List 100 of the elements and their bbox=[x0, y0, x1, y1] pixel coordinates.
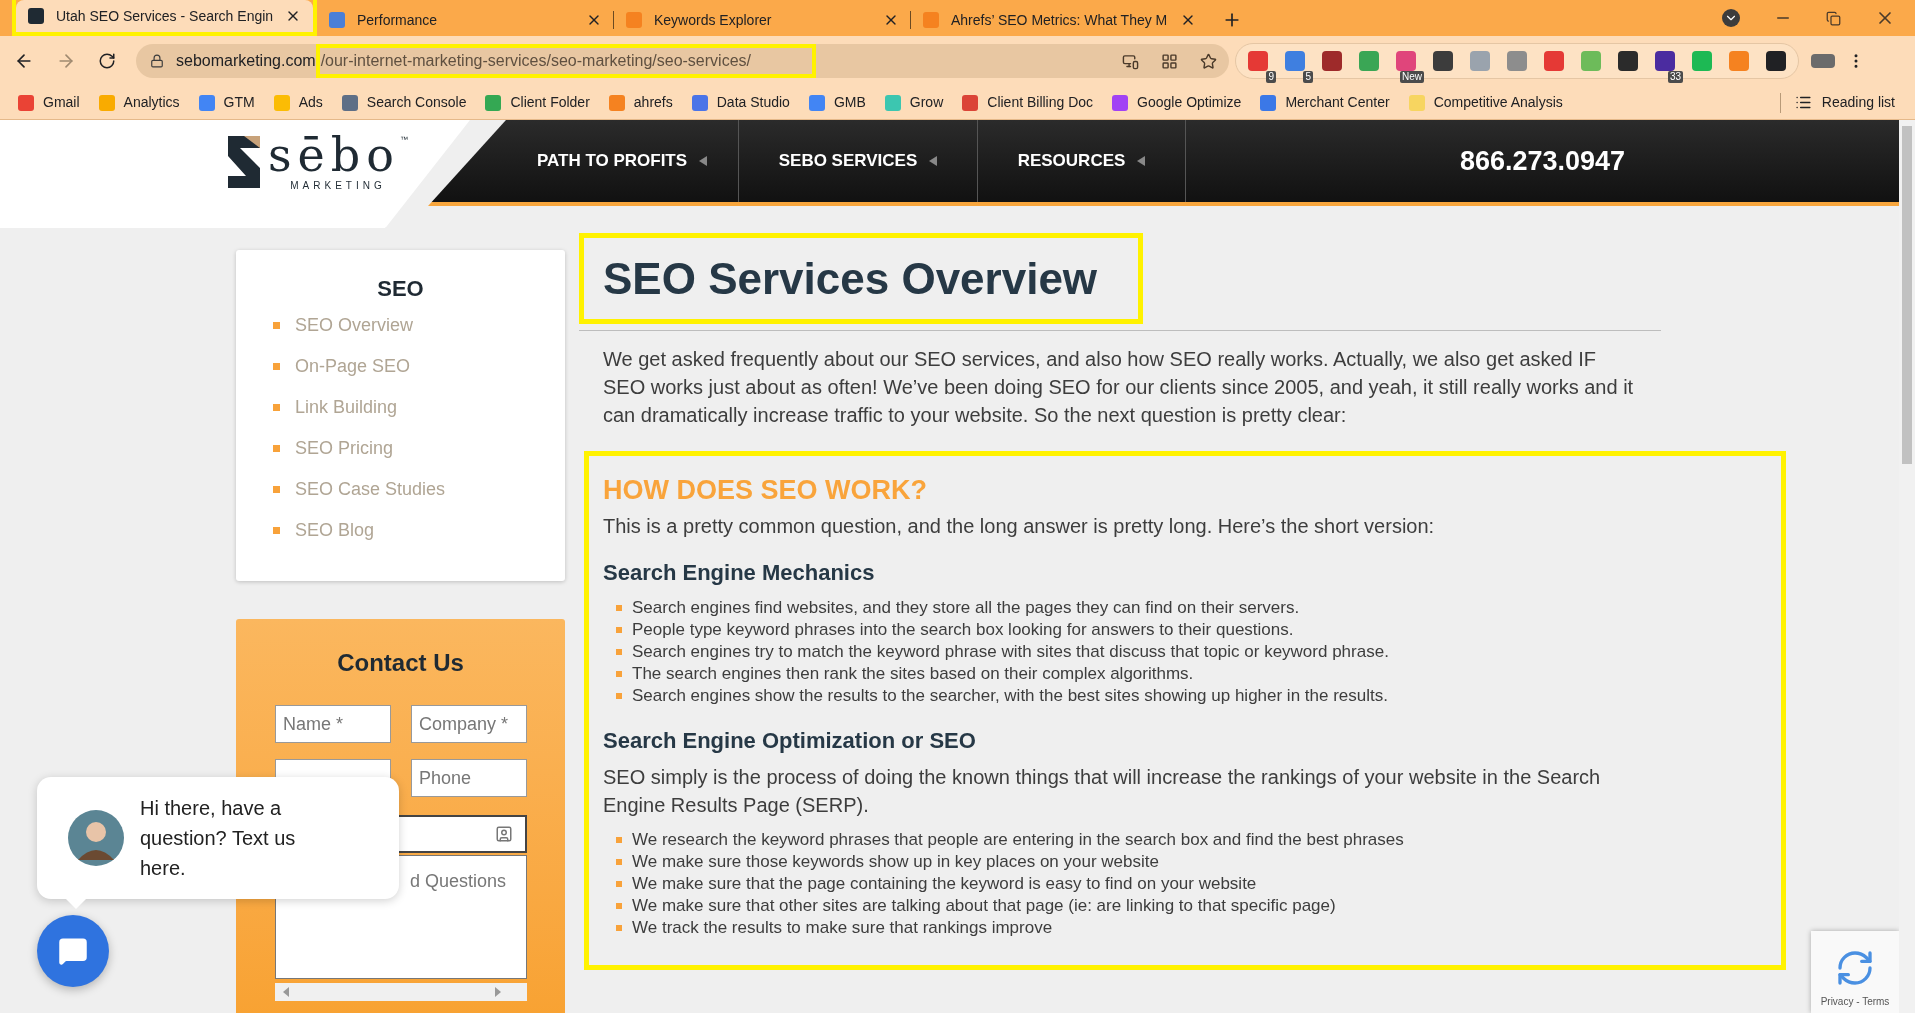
browser-tab[interactable]: Ahrefs’ SEO Metrics: What They M bbox=[911, 4, 1208, 36]
nav-item[interactable]: SEBO SERVICES bbox=[739, 120, 978, 202]
list-icon bbox=[1794, 94, 1812, 111]
list-item: Search engines find websites, and they store all the pages they can find on their servers. bbox=[632, 597, 1300, 620]
body-paragraph: SEO simply is the process of doing the known things that will increase the rankings of your website in the Search Engine Results Page (SERP). bbox=[603, 765, 1602, 818]
trademark: ™ bbox=[400, 134, 408, 146]
caret-icon bbox=[699, 156, 708, 166]
bullet-icon bbox=[273, 404, 280, 411]
caret-icon bbox=[929, 156, 938, 166]
browser-tab[interactable]: Utah SEO Services - Search Engin bbox=[16, 0, 313, 32]
caret-icon bbox=[1137, 156, 1146, 166]
tab-title: Ahrefs’ SEO Metrics: What They M bbox=[951, 10, 1168, 30]
sidebar-title: SEO bbox=[376, 275, 425, 303]
bullet-icon bbox=[273, 527, 280, 534]
bookmark[interactable]: GMB bbox=[808, 92, 866, 113]
bookmark-label: Analytics bbox=[123, 93, 180, 112]
bookmark-label: Grow bbox=[909, 93, 944, 112]
browser-tab[interactable]: Performance bbox=[317, 4, 614, 36]
page-title: SEO Services Overview bbox=[603, 252, 1098, 305]
bookmark[interactable]: Analytics bbox=[98, 92, 180, 113]
url-domain: sebomarketing.com bbox=[176, 51, 316, 71]
tab-title: Performance bbox=[357, 10, 439, 30]
bookmark[interactable]: Client Folder bbox=[485, 92, 590, 113]
bullet-icon bbox=[616, 693, 622, 699]
bullet-icon bbox=[273, 486, 280, 493]
bullet-icon bbox=[616, 903, 622, 909]
bookmark-label: Google Optimize bbox=[1137, 93, 1242, 112]
input-field[interactable]: Phone bbox=[411, 759, 527, 797]
bookmark[interactable]: Search Console bbox=[341, 92, 467, 113]
extension-icon[interactable] bbox=[1322, 51, 1342, 71]
bookmark[interactable]: Merchant Center bbox=[1260, 92, 1390, 113]
bookmark[interactable]: Client Billing Doc bbox=[962, 92, 1094, 113]
reading-list-label: Reading list bbox=[1821, 93, 1895, 112]
bullet-icon bbox=[616, 859, 622, 865]
extension-icon[interactable] bbox=[1655, 51, 1675, 71]
tab-search-icon[interactable] bbox=[1722, 9, 1740, 27]
bookmark-label: Merchant Center bbox=[1285, 93, 1390, 112]
placeholder-text: d Questions bbox=[410, 871, 507, 891]
bookmark[interactable]: Ads bbox=[273, 92, 323, 113]
phone-number[interactable]: 866.273.0947 bbox=[1459, 140, 1626, 182]
address-bar[interactable]: sebomarketing.com /our-internet-marketing-services/seo-marketing/seo-services/ bbox=[136, 44, 1229, 78]
section-lead: This is a pretty common question, and the long answer is pretty long. Here’s the short version: bbox=[603, 514, 1436, 539]
reload-icon[interactable] bbox=[98, 52, 116, 70]
bookmark[interactable]: GTM bbox=[198, 92, 255, 113]
bookmark-star-icon[interactable] bbox=[1200, 52, 1217, 70]
bookmark-label: Search Console bbox=[366, 93, 467, 112]
list-item: We make sure that other sites are talking about that page (ie: are linking to that specific page) bbox=[632, 895, 1336, 918]
bullet-icon bbox=[273, 322, 280, 329]
nav-item[interactable]: PATH TO PROFITS bbox=[506, 120, 739, 202]
chat-icon bbox=[58, 936, 88, 966]
bookmark[interactable]: Grow bbox=[884, 92, 944, 113]
tab-title: Keywords Explorer bbox=[654, 10, 773, 30]
nav-item[interactable]: RESOURCES bbox=[978, 120, 1186, 202]
list-item: Search engines try to match the keyword phrase with sites that discuss that topic or keyword phrase. bbox=[632, 641, 1389, 664]
subheading: Search Engine Mechanics bbox=[603, 559, 876, 587]
extension-icon[interactable] bbox=[1618, 51, 1638, 71]
contact-title: Contact Us bbox=[336, 648, 465, 678]
recaptcha-icon bbox=[1835, 948, 1875, 988]
list-item: Search engines show the results to the searcher, with the best sites showing up higher in the results. bbox=[632, 685, 1388, 708]
bookmark-label: Client Folder bbox=[510, 93, 590, 112]
bookmark-label: ahrefs bbox=[633, 93, 673, 112]
bookmark[interactable]: Gmail bbox=[18, 92, 80, 113]
chat-button[interactable] bbox=[37, 915, 109, 987]
url-path: /our-internet-marketing-services/seo-marketing/seo-services/ bbox=[320, 51, 751, 71]
extension-badge: 5 bbox=[1303, 71, 1313, 83]
intro-paragraph: We get asked frequently about our SEO services, and also how SEO really works. Actually, we also get asked IF SEO works just about as often! We’ve been doing SEO for our clients since 2005, and yeah, it still really works and it can dramatically increase traffic to your website. So the next question is pretty clear: bbox=[603, 347, 1635, 428]
reading-list[interactable]: Reading list bbox=[1794, 92, 1895, 113]
input-field[interactable]: Company * bbox=[411, 705, 527, 743]
bookmark-label: Data Studio bbox=[716, 93, 790, 112]
bookmark[interactable]: Google Optimize bbox=[1112, 92, 1242, 113]
restore-icon[interactable] bbox=[1826, 10, 1841, 26]
extension-badge: 33 bbox=[1667, 71, 1683, 83]
logo-wordmark: sēbo bbox=[268, 134, 400, 176]
bookmark[interactable]: ahrefs bbox=[608, 92, 673, 113]
scrollbar-thumb[interactable] bbox=[1902, 126, 1912, 464]
bookmark-label: Gmail bbox=[43, 93, 80, 112]
input-field[interactable]: Name * bbox=[275, 705, 391, 743]
bullet-icon bbox=[616, 837, 622, 843]
browser-tab[interactable]: Keywords Explorer bbox=[614, 4, 911, 36]
recaptcha-links[interactable]: Privacy - Terms bbox=[1820, 994, 1890, 1009]
bullet-icon bbox=[616, 627, 622, 633]
extension-badge: 9 bbox=[1266, 71, 1276, 83]
bookmark[interactable]: Data Studio bbox=[691, 92, 790, 113]
bullet-icon bbox=[616, 881, 622, 887]
logo[interactable]: sēbo™ MARKETING bbox=[224, 134, 408, 193]
grid-icon[interactable] bbox=[1161, 52, 1178, 70]
extension-icon[interactable] bbox=[1433, 51, 1453, 71]
list-item: We make sure those keywords show up in key places on your website bbox=[632, 851, 1159, 874]
lock-icon bbox=[150, 54, 164, 68]
profile-icon[interactable] bbox=[1811, 54, 1835, 68]
devices-icon[interactable] bbox=[1122, 52, 1139, 70]
section-title: HOW DOES SEO WORK? bbox=[603, 474, 928, 506]
chat-popup[interactable]: Hi there, have a question? Text us here. bbox=[37, 777, 399, 899]
bookmark-label: Competitive Analysis bbox=[1433, 93, 1563, 112]
list-item: We research the keyword phrases that people are entering in the search box and find the best phrases bbox=[632, 829, 1404, 852]
bookmark[interactable]: Competitive Analysis bbox=[1408, 92, 1563, 113]
bullet-icon bbox=[616, 605, 622, 611]
extension-icon[interactable] bbox=[1766, 51, 1786, 71]
contact-card-icon bbox=[495, 825, 513, 843]
list-item: The search engines then rank the sites based on their complex algorithms. bbox=[632, 663, 1194, 686]
